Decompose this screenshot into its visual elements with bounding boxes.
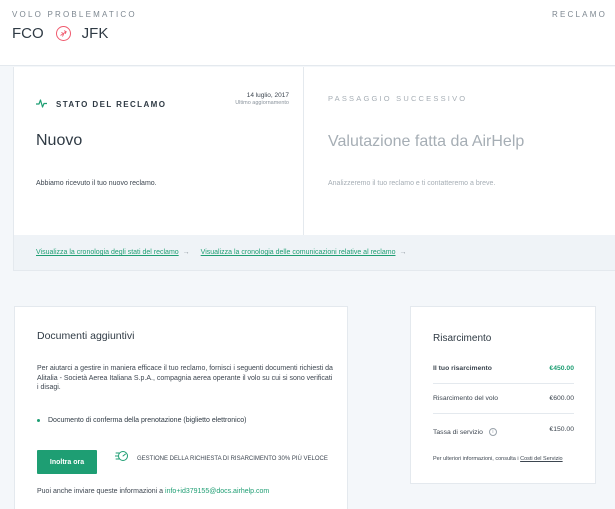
- destination-airport: JFK: [81, 25, 109, 42]
- update-date: 14 luglio, 2017: [246, 92, 289, 99]
- speed-hint: GESTIONE DELLA RICHIESTA DI RISARCIMENTO…: [114, 447, 342, 468]
- next-step-panel: PASSAGGIO SUCCESSIVO Valutazione fatta d…: [304, 67, 615, 235]
- submit-now-button[interactable]: Inoltra ora: [37, 450, 97, 474]
- arrow-right-icon: →: [182, 249, 190, 256]
- fee-label-group: Tassa di servizio i: [433, 426, 497, 438]
- additional-documents-card: Documenti aggiuntivi Per aiutarci a gest…: [14, 306, 348, 509]
- required-document-label: Documento di conferma della prenotazione…: [48, 417, 247, 424]
- flight-header: VOLO PROBLEMATICO RECLAMO FCO JFK: [0, 0, 615, 66]
- status-history-link[interactable]: Visualizza la cronologia degli stati del…: [36, 249, 179, 256]
- status-description: Abbiamo ricevuto il tuo nuovo reclamo.: [36, 180, 157, 187]
- update-caption: Ultimo aggiornamento: [235, 100, 289, 106]
- documents-title: Documenti aggiuntivi: [37, 330, 135, 342]
- required-document-item: Documento di conferma della prenotazione…: [37, 417, 246, 424]
- status-label: STATO DEL RECLAMO: [56, 99, 167, 109]
- status-title: Nuovo: [36, 132, 83, 149]
- compensation-row-total: Il tuo risarcimento €450.00: [433, 365, 574, 384]
- info-icon[interactable]: i: [488, 428, 497, 436]
- compensation-title: Risarcimento: [433, 333, 492, 344]
- speed-hint-text: GESTIONE DELLA RICHIESTA DI RISARCIMENTO…: [137, 456, 328, 462]
- row-label: Risarcimento del volo: [433, 395, 498, 402]
- arrow-right-icon: →: [399, 249, 407, 256]
- service-fees-link[interactable]: Costi del Servizio: [520, 456, 563, 462]
- compensation-row-flight: Risarcimento del volo €600.00: [433, 395, 574, 414]
- speed-icon: [114, 447, 131, 468]
- fees-note-prefix: Per ulteriori informazioni, consulta i: [433, 456, 521, 462]
- communication-history-link[interactable]: Visualizza la cronologia delle comunicaz…: [201, 249, 396, 256]
- history-links-bar: Visualizza la cronologia degli stati del…: [13, 235, 615, 271]
- bullet-dot-icon: [37, 419, 40, 422]
- next-step-description: Analizzeremo il tuo reclamo e ti contatt…: [328, 180, 496, 187]
- row-value: €150.00: [549, 426, 574, 433]
- documents-intro: Per aiutarci a gestire in maniera effica…: [37, 365, 333, 392]
- contact-line: Puoi anche inviare queste informazioni a…: [37, 488, 269, 495]
- row-label: Tassa di servizio: [433, 428, 483, 436]
- compensation-row-fee: Tassa di servizio i €150.00: [433, 426, 574, 438]
- pulse-icon: [36, 95, 47, 113]
- row-label: Il tuo risarcimento: [433, 365, 492, 372]
- claim-status-card: STATO DEL RECLAMO 14 luglio, 2017 Ultimo…: [13, 67, 615, 235]
- origin-airport: FCO: [12, 25, 44, 42]
- problem-flight-label: VOLO PROBLEMATICO: [12, 10, 137, 19]
- plane-icon: [55, 26, 71, 41]
- next-step-label: PASSAGGIO SUCCESSIVO: [328, 94, 468, 103]
- compensation-card: Risarcimento Il tuo risarcimento €450.00…: [410, 306, 596, 484]
- last-update: 14 luglio, 2017 Ultimo aggiornamento: [235, 92, 289, 106]
- flight-route: FCO JFK: [12, 25, 108, 42]
- fees-note: Per ulteriori informazioni, consulta i C…: [433, 455, 583, 464]
- current-status-panel: STATO DEL RECLAMO 14 luglio, 2017 Ultimo…: [14, 67, 304, 235]
- claim-label: RECLAMO: [552, 10, 607, 19]
- row-value: €600.00: [549, 395, 574, 402]
- next-step-title: Valutazione fatta da AirHelp: [328, 133, 525, 150]
- status-header: STATO DEL RECLAMO: [36, 95, 166, 113]
- contact-email-link[interactable]: info+id379155@docs.airhelp.com: [165, 488, 269, 495]
- contact-prefix: Puoi anche inviare queste informazioni a: [37, 488, 166, 495]
- row-value: €450.00: [549, 365, 574, 372]
